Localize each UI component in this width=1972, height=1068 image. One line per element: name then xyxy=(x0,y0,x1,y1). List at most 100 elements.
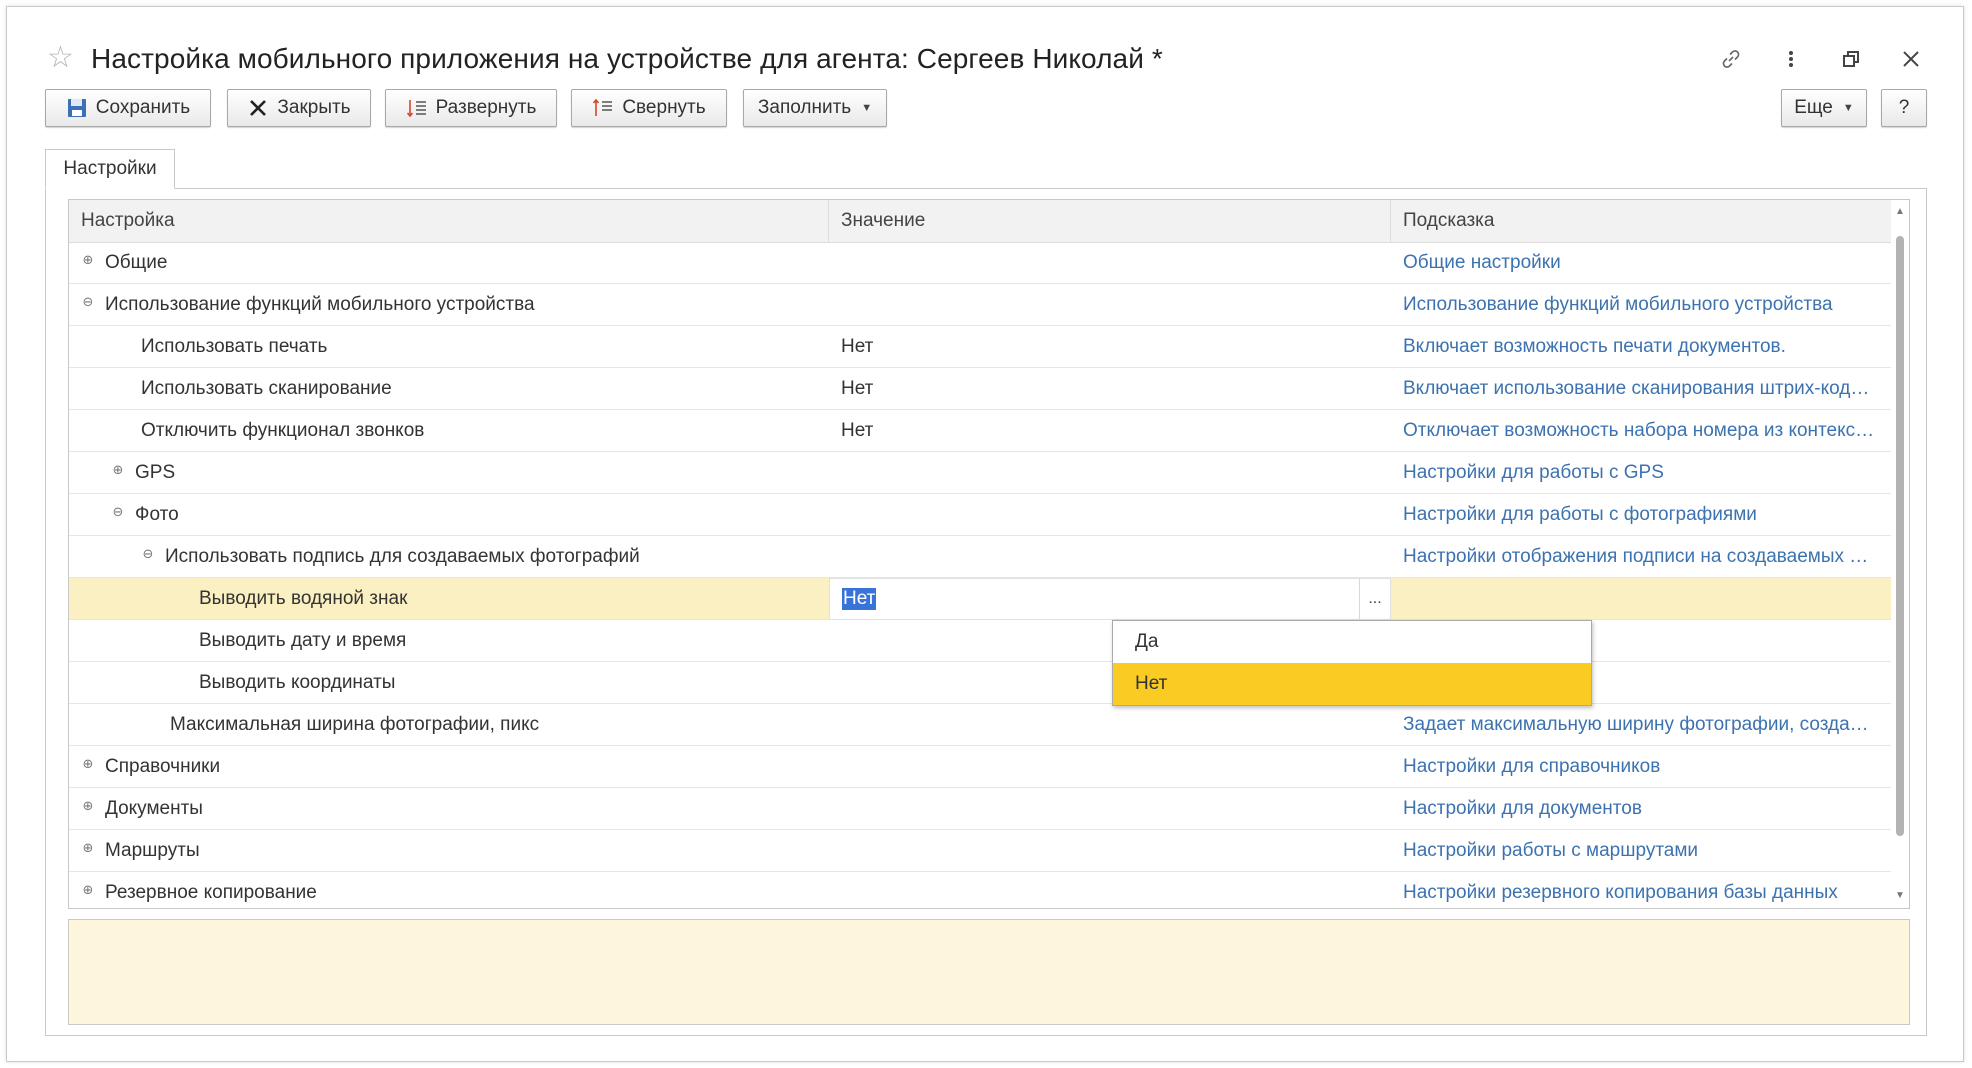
setting-value[interactable] xyxy=(829,494,1391,535)
setting-name: Использование функций мобильного устройс… xyxy=(105,294,535,315)
table-row[interactable]: ⊕ Маршруты Настройки работы с маршрутами xyxy=(69,830,1891,872)
collapse-toggle-icon[interactable]: ⊖ xyxy=(81,295,95,310)
setting-value[interactable] xyxy=(829,452,1391,493)
chevron-down-icon: ▼ xyxy=(1842,102,1854,114)
vertical-scrollbar[interactable]: ▲ ▼ xyxy=(1891,200,1909,908)
setting-hint: Включает возможность печати документов. xyxy=(1403,336,1786,357)
expand-toggle-icon[interactable]: ⊕ xyxy=(81,757,95,772)
setting-value[interactable] xyxy=(829,704,1391,745)
setting-value[interactable]: Нет xyxy=(829,410,1391,451)
settings-tab-panel: Настройка Значение Подсказка ⊕ Общие Общи… xyxy=(45,188,1927,1036)
table-row[interactable]: ⊕ Документы Настройки для документов xyxy=(69,788,1891,830)
setting-value[interactable] xyxy=(829,830,1391,871)
setting-value[interactable] xyxy=(829,788,1391,829)
setting-hint: Включает использование сканирования штри… xyxy=(1403,378,1891,399)
choice-button[interactable]: ... xyxy=(1359,579,1390,619)
setting-hint: Общие настройки xyxy=(1403,252,1561,273)
expand-toggle-icon[interactable]: ⊕ xyxy=(81,253,95,268)
scroll-down-icon[interactable]: ▼ xyxy=(1891,888,1909,904)
setting-value[interactable] xyxy=(829,746,1391,787)
close-icon[interactable] xyxy=(1899,47,1923,71)
fill-label: Заполнить xyxy=(757,97,852,118)
setting-value[interactable] xyxy=(829,872,1391,908)
setting-value[interactable] xyxy=(829,536,1391,577)
setting-hint: Настройки для документов xyxy=(1403,798,1642,819)
toolbar: Сохранить Закрыть Развернуть Свернуть За… xyxy=(45,89,1927,129)
more-button[interactable]: Еще ▼ xyxy=(1781,89,1867,127)
setting-name: Фото xyxy=(135,504,179,525)
setting-name: Выводить дату и время xyxy=(199,630,407,651)
more-label: Еще xyxy=(1794,97,1833,118)
setting-value[interactable] xyxy=(829,284,1391,325)
column-header-hint[interactable]: Подсказка xyxy=(1391,200,1891,242)
restore-icon[interactable] xyxy=(1839,47,1863,71)
setting-value[interactable] xyxy=(829,242,1391,283)
setting-hint: Задает максимальную ширину фотографии, с… xyxy=(1403,714,1891,735)
table-row[interactable]: Использовать печать Нет Включает возможн… xyxy=(69,326,1891,368)
table-row[interactable]: ⊕ GPS Настройки для работы с GPS xyxy=(69,452,1891,494)
setting-name: Выводить координаты xyxy=(199,672,396,693)
setting-value[interactable]: Нет xyxy=(829,326,1391,367)
dropdown-option-yes[interactable]: Да xyxy=(1113,621,1591,663)
setting-hint: Настройки для справочников xyxy=(1403,756,1661,777)
dropdown-option-no[interactable]: Нет xyxy=(1113,663,1591,705)
expand-toggle-icon[interactable]: ⊕ xyxy=(81,883,95,898)
table-row-selected[interactable]: Выводить водяной знак Нет ... xyxy=(69,578,1891,620)
save-label: Сохранить xyxy=(95,97,191,118)
table-row[interactable]: Выводить координаты xyxy=(69,662,1891,704)
table-row[interactable]: Максимальная ширина фотографии, пикс Зад… xyxy=(69,704,1891,746)
save-button[interactable]: Сохранить xyxy=(45,89,211,127)
settings-window: ☆ Настройка мобильного приложения на уст… xyxy=(6,6,1964,1062)
window-title: Настройка мобильного приложения на устро… xyxy=(91,43,1163,74)
help-button[interactable]: ? xyxy=(1881,89,1927,127)
setting-name: GPS xyxy=(135,462,176,483)
window-controls xyxy=(1719,47,1923,71)
table-row[interactable]: ⊕ Общие Общие настройки xyxy=(69,242,1891,284)
star-icon[interactable]: ☆ xyxy=(47,43,74,73)
scroll-up-icon[interactable]: ▲ xyxy=(1891,204,1909,220)
table-body: ⊕ Общие Общие настройки ⊖ Использование фу… xyxy=(69,242,1891,908)
settings-table: Настройка Значение Подсказка ⊕ Общие Общи… xyxy=(68,199,1910,909)
value-edit-field[interactable]: Нет ... xyxy=(829,578,1391,620)
setting-hint: Настройки отображения подписи на создава… xyxy=(1403,546,1891,567)
table-row[interactable]: Выводить дату и время xyxy=(69,620,1891,662)
scrollbar-thumb[interactable] xyxy=(1896,236,1904,836)
chevron-down-icon: ▼ xyxy=(861,102,873,114)
cross-icon xyxy=(247,97,269,119)
value-edit-text[interactable]: Нет xyxy=(842,588,877,610)
table-row[interactable]: ⊕ Резервное копирование Настройки резервн… xyxy=(69,872,1891,908)
table-row[interactable]: ⊖ Использовать подпись для создаваемых фо… xyxy=(69,536,1891,578)
setting-hint: Настройки работы с маршрутами xyxy=(1403,840,1699,861)
expand-toggle-icon[interactable]: ⊕ xyxy=(111,463,125,478)
table-row[interactable]: Использовать сканирование Нет Включает и… xyxy=(69,368,1891,410)
table-row[interactable]: ⊖ Использование функций мобильного устрой… xyxy=(69,284,1891,326)
column-header-value[interactable]: Значение xyxy=(829,200,1391,242)
setting-name: Документы xyxy=(105,798,203,819)
floppy-disk-icon xyxy=(66,97,88,119)
setting-hint: Отключает возможность набора номера из к… xyxy=(1403,420,1891,441)
collapse-toggle-icon[interactable]: ⊖ xyxy=(141,547,155,562)
setting-hint xyxy=(1391,578,1891,619)
collapse-label: Свернуть xyxy=(622,97,706,118)
close-label: Закрыть xyxy=(277,97,351,118)
fill-button[interactable]: Заполнить ▼ xyxy=(743,89,887,127)
expand-label: Развернуть xyxy=(435,97,537,118)
tab-settings[interactable]: Настройки xyxy=(45,149,175,189)
collapse-icon xyxy=(592,97,614,119)
collapse-button[interactable]: Свернуть xyxy=(571,89,727,127)
setting-value[interactable]: Нет xyxy=(829,368,1391,409)
setting-name: Резервное копирование xyxy=(105,882,317,903)
column-header-setting[interactable]: Настройка xyxy=(69,200,829,242)
setting-name: Использовать печать xyxy=(141,336,328,357)
link-icon[interactable] xyxy=(1719,47,1743,71)
collapse-toggle-icon[interactable]: ⊖ xyxy=(111,505,125,520)
expand-toggle-icon[interactable]: ⊕ xyxy=(81,799,95,814)
more-icon[interactable] xyxy=(1779,47,1803,71)
expand-button[interactable]: Развернуть xyxy=(385,89,557,127)
expand-toggle-icon[interactable]: ⊕ xyxy=(81,841,95,856)
table-row[interactable]: ⊕ Справочники Настройки для справочников xyxy=(69,746,1891,788)
table-row[interactable]: Отключить функционал звонков Нет Отключа… xyxy=(69,410,1891,452)
table-row[interactable]: ⊖ Фото Настройки для работы с фотографиям… xyxy=(69,494,1891,536)
setting-name: Справочники xyxy=(105,756,221,777)
close-button[interactable]: Закрыть xyxy=(227,89,371,127)
